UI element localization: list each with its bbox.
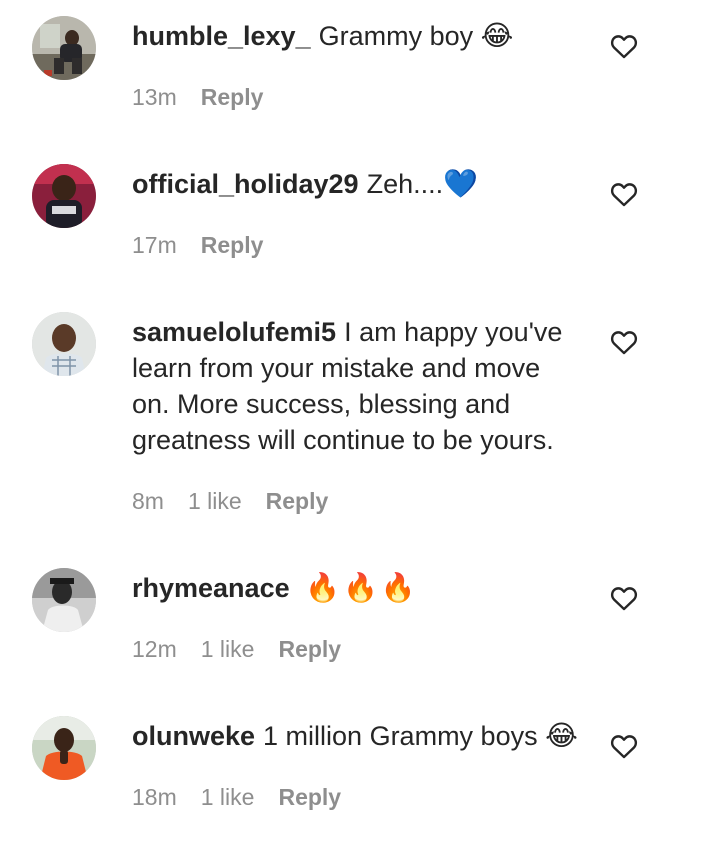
comment-text: Zeh....: [366, 169, 444, 199]
heart-outline-icon: [610, 735, 638, 759]
comment-username[interactable]: samuelolufemi5: [132, 317, 336, 347]
heart-outline-icon: [610, 35, 638, 59]
avatar[interactable]: [32, 164, 96, 228]
comment-timestamp: 18m: [132, 784, 177, 810]
comment-timestamp: 17m: [132, 232, 177, 258]
comment-username[interactable]: official_holiday29: [132, 169, 359, 199]
like-button[interactable]: [608, 30, 640, 62]
reply-button[interactable]: Reply: [201, 232, 264, 259]
profile-photo-avatar: [32, 716, 96, 780]
avatar[interactable]: [32, 16, 96, 80]
like-count[interactable]: 1 like: [201, 784, 255, 811]
avatar[interactable]: [32, 312, 96, 376]
laughing-emoji: 😂: [480, 20, 514, 51]
comment-username[interactable]: rhymeanace: [132, 573, 290, 603]
heart-outline-icon: [610, 183, 638, 207]
reply-button[interactable]: Reply: [278, 636, 341, 663]
comment-username[interactable]: olunweke: [132, 721, 255, 751]
blue-heart-emoji: 💙: [443, 168, 478, 199]
profile-photo-avatar: [32, 312, 96, 376]
comment-timestamp: 8m: [132, 488, 164, 514]
reply-button[interactable]: Reply: [278, 784, 341, 811]
comment-list: humble_lexy_ Grammy boy 😂 13m Reply offi…: [0, 0, 720, 864]
comment-timestamp: 13m: [132, 84, 177, 110]
comment-text: Grammy boy: [318, 21, 474, 51]
like-count[interactable]: 1 like: [188, 488, 242, 515]
reply-button[interactable]: Reply: [266, 488, 329, 515]
comment-text: 1 million Grammy boys: [263, 721, 538, 751]
fire-emoji: 🔥🔥🔥: [305, 572, 419, 603]
comment-username[interactable]: humble_lexy_: [132, 21, 311, 51]
like-button[interactable]: [608, 326, 640, 358]
heart-outline-icon: [610, 331, 638, 355]
profile-photo-avatar: [32, 16, 96, 80]
like-button[interactable]: [608, 730, 640, 762]
reply-button[interactable]: Reply: [201, 84, 264, 111]
profile-photo-avatar: [32, 568, 96, 632]
avatar[interactable]: [32, 568, 96, 632]
profile-photo-avatar: [32, 164, 96, 228]
avatar[interactable]: [32, 716, 96, 780]
laughing-emoji: 😂: [545, 720, 578, 751]
like-button[interactable]: [608, 178, 640, 210]
heart-outline-icon: [610, 587, 638, 611]
like-button[interactable]: [608, 582, 640, 614]
like-count[interactable]: 1 like: [201, 636, 255, 663]
comment-timestamp: 12m: [132, 636, 177, 662]
